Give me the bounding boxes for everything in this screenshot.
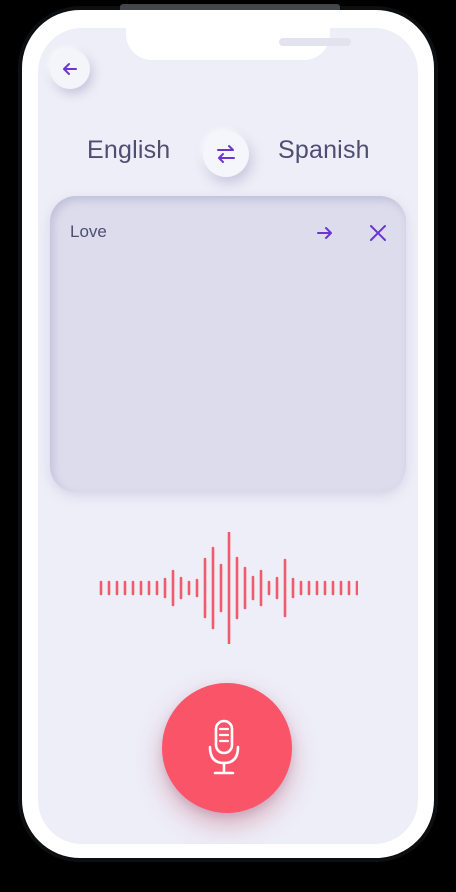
swap-languages-button[interactable]	[203, 131, 249, 177]
target-language[interactable]: Spanish	[278, 136, 370, 165]
clear-button[interactable]	[365, 220, 391, 246]
text-input-card[interactable]: Love	[50, 196, 406, 492]
close-icon	[370, 225, 386, 241]
phone-top-edge	[120, 4, 340, 10]
arrow-right-icon	[317, 227, 332, 239]
swap-arrows-icon	[217, 145, 235, 163]
microphone-icon	[208, 719, 240, 775]
notch-speaker	[279, 38, 351, 46]
phone-notch	[126, 28, 351, 60]
translate-button[interactable]	[312, 220, 338, 246]
back-button[interactable]	[50, 49, 90, 89]
source-language[interactable]: English	[87, 136, 170, 165]
app-screen: English Spanish Love	[38, 28, 418, 844]
microphone-button[interactable]	[162, 683, 292, 813]
arrow-left-icon	[63, 63, 77, 75]
input-text[interactable]: Love	[70, 222, 107, 242]
voice-waveform	[99, 532, 358, 644]
